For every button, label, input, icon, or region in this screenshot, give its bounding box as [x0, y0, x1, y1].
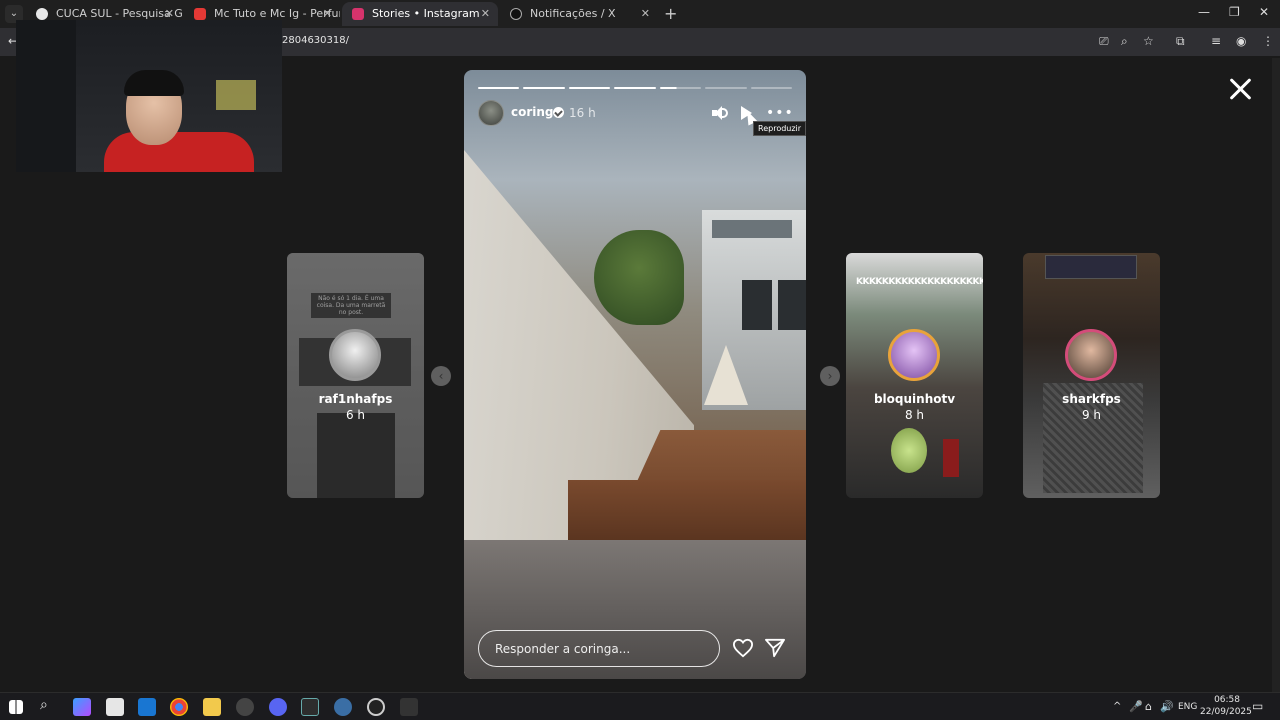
- webcam-background: [16, 20, 76, 172]
- webcam-person: [124, 70, 184, 96]
- start-icon[interactable]: [9, 700, 23, 714]
- story-progress: [478, 87, 792, 90]
- send-icon[interactable]: [764, 638, 786, 658]
- story-preview-image: [943, 439, 959, 477]
- close-tab-icon[interactable]: ✕: [323, 2, 332, 26]
- obs-icon[interactable]: [367, 698, 385, 716]
- more-options-icon[interactable]: •••: [766, 106, 794, 120]
- progress-segment: [568, 87, 611, 89]
- network-icon[interactable]: ⌂: [1145, 700, 1152, 713]
- verified-badge-icon: [553, 107, 564, 118]
- clock-time[interactable]: 06:58: [1210, 695, 1240, 705]
- epic-games-icon[interactable]: [400, 698, 418, 716]
- story-username: raf1nhafps: [318, 392, 393, 406]
- avatar: [329, 329, 381, 381]
- chrome-icon[interactable]: [170, 698, 188, 716]
- window-close-icon[interactable]: ✕: [1259, 5, 1269, 19]
- close-stories-icon[interactable]: [1226, 75, 1254, 103]
- search-icon[interactable]: ⌕: [40, 697, 48, 713]
- app-icon[interactable]: [334, 698, 352, 716]
- story-caption: KKKKKKKKKKKKKKKKKKKK: [856, 277, 983, 287]
- progress-segment: [659, 87, 702, 89]
- windows-taskbar: ⌕ ^ 🎤 ⌂ 🔊 ENG 06:58 22/09/2025 ▭: [0, 692, 1280, 720]
- progress-segment: [750, 87, 792, 89]
- reply-input[interactable]: [478, 630, 720, 667]
- avatar[interactable]: [478, 100, 504, 126]
- minimize-icon[interactable]: —: [1198, 5, 1210, 19]
- story-time: 9 h: [1081, 408, 1102, 422]
- file-explorer-icon[interactable]: [203, 698, 221, 716]
- story-time: 16 h: [569, 106, 596, 120]
- tab-title: CUCA SUL - Pesquisa Google: [56, 7, 182, 20]
- story-media: [568, 480, 806, 540]
- app-icon[interactable]: [236, 698, 254, 716]
- webcam-background: [216, 80, 256, 110]
- bookmark-star-icon[interactable]: ☆: [1143, 34, 1154, 48]
- previous-story-icon[interactable]: ‹: [431, 366, 451, 386]
- x-icon: [510, 8, 522, 20]
- discord-icon[interactable]: [269, 698, 287, 716]
- story-time: 8 h: [904, 408, 925, 422]
- progress-segment: [478, 87, 520, 89]
- tab-title: Notificações / X: [530, 7, 616, 20]
- side-story-bloquinhotv[interactable]: KKKKKKKKKKKKKKKKKKKK bloquinhotv 8 h: [846, 253, 983, 498]
- youtube-icon: [194, 8, 206, 20]
- story-username: bloquinhotv: [873, 392, 956, 406]
- story-time: 6 h: [345, 408, 366, 422]
- copilot-icon[interactable]: [73, 698, 91, 716]
- like-heart-icon[interactable]: [732, 638, 754, 658]
- story-preview-image: [1045, 255, 1137, 279]
- profile-icon[interactable]: ◉: [1236, 34, 1246, 48]
- extensions-icon[interactable]: ⧉: [1176, 34, 1185, 49]
- google-icon: [36, 8, 48, 20]
- language-indicator[interactable]: ENG: [1178, 702, 1197, 712]
- url-text[interactable]: 2804630318/: [282, 35, 349, 46]
- instagram-icon: [352, 8, 364, 20]
- notifications-icon[interactable]: ▭: [1252, 699, 1263, 713]
- tooltip: Reproduzir: [753, 121, 806, 136]
- side-story-raf1nhafps[interactable]: Não é só 1 dia. É uma coisa. Da uma marr…: [287, 253, 424, 498]
- new-tab-button[interactable]: +: [664, 4, 677, 23]
- close-tab-icon[interactable]: ✕: [641, 2, 650, 26]
- tab-instagram-stories[interactable]: Stories • Instagram ✕: [342, 2, 498, 26]
- tab-x-notifications[interactable]: Notificações / X ✕: [500, 2, 658, 26]
- story-media: [594, 230, 684, 325]
- webcam-overlay: [16, 20, 282, 172]
- outlook-icon[interactable]: [138, 698, 156, 716]
- scrollbar[interactable]: [1272, 58, 1280, 692]
- active-story[interactable]: coringa 16 h ••• Reproduzir: [464, 70, 806, 679]
- story-preview-image: [891, 428, 927, 473]
- zoom-icon[interactable]: ⌕: [1121, 34, 1128, 49]
- install-app-icon[interactable]: ⎚: [1099, 34, 1109, 49]
- media-controls-icon[interactable]: ≡: [1211, 34, 1221, 48]
- sound-icon[interactable]: [712, 106, 728, 120]
- volume-icon[interactable]: 🔊: [1160, 700, 1174, 713]
- side-story-sharkfps[interactable]: sharkfps 9 h: [1023, 253, 1160, 498]
- store-icon[interactable]: [106, 698, 124, 716]
- chevron-up-icon[interactable]: ^: [1113, 701, 1121, 712]
- avatar: [1065, 329, 1117, 381]
- avatar: [888, 329, 940, 381]
- restore-icon[interactable]: ❐: [1229, 5, 1240, 19]
- progress-segment: [705, 87, 747, 89]
- close-tab-icon[interactable]: ✕: [481, 2, 490, 26]
- menu-icon[interactable]: ⋮: [1262, 34, 1274, 48]
- progress-segment: [614, 87, 656, 89]
- progress-segment: [523, 87, 565, 89]
- terminal-icon[interactable]: [301, 698, 319, 716]
- tab-title: Mc Tuto e Mc Ig - Perfume Exal: [214, 7, 340, 20]
- clock-date[interactable]: 22/09/2025: [1200, 707, 1252, 717]
- webcam-person: [104, 132, 254, 172]
- story-username: sharkfps: [1062, 392, 1121, 406]
- microphone-icon[interactable]: 🎤: [1129, 700, 1143, 713]
- tab-title: Stories • Instagram: [372, 7, 480, 20]
- next-story-icon[interactable]: ›: [820, 366, 840, 386]
